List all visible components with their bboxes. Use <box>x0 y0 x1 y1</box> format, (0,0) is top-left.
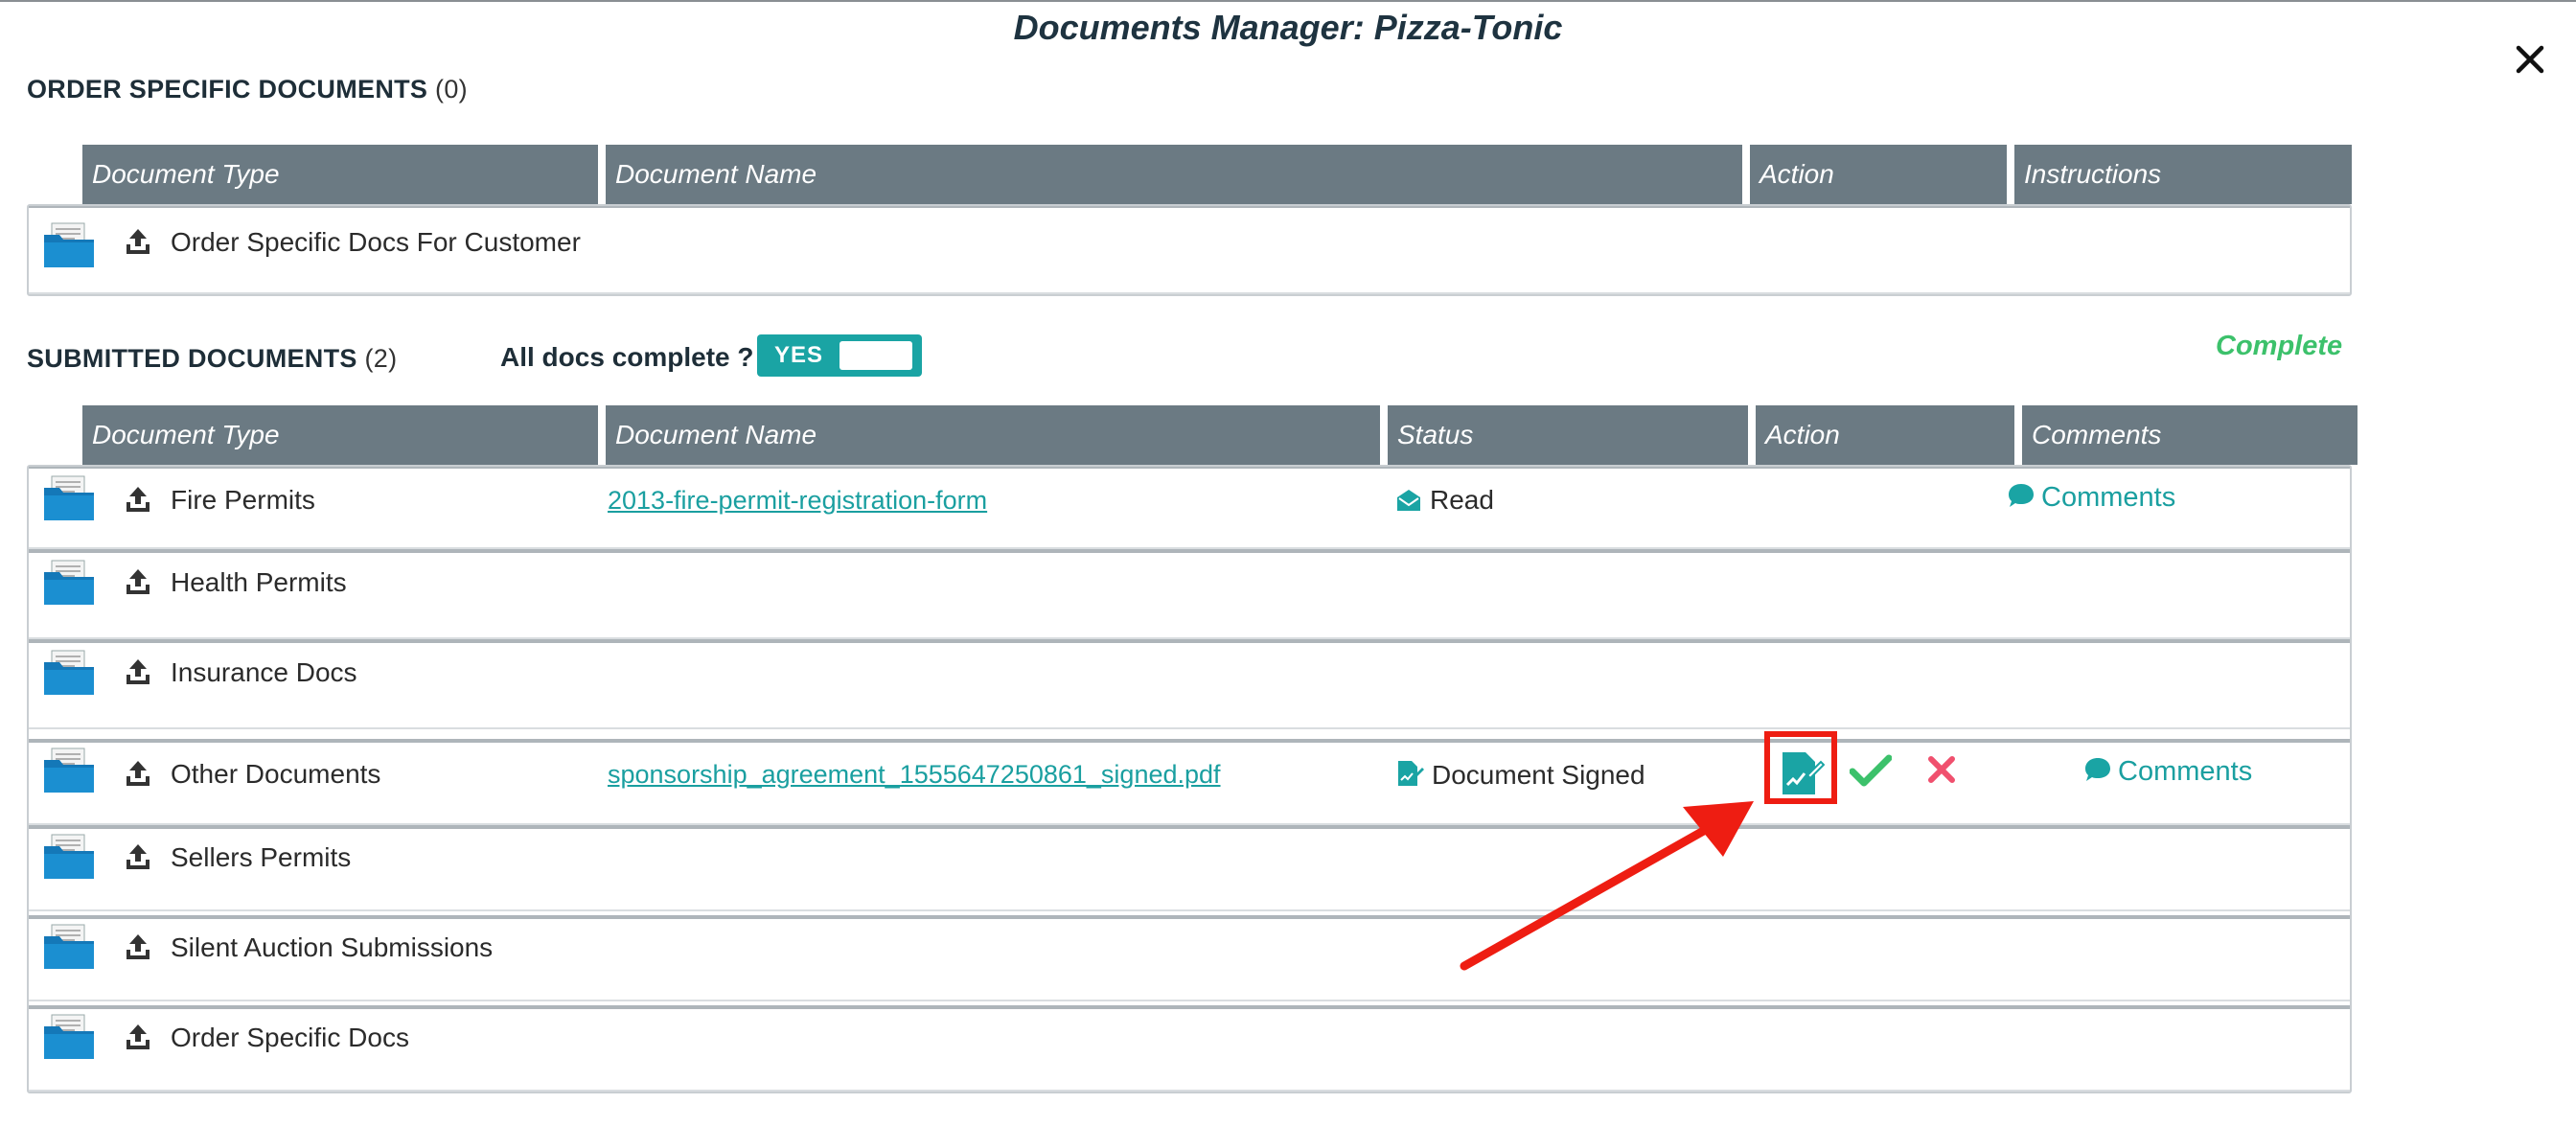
table-row: Fire Permits 2013-fire-permit-registrati… <box>29 467 2350 549</box>
reject-x-icon[interactable] <box>1926 754 1957 785</box>
submitted-section-title-text: SUBMITTED DOCUMENTS <box>27 344 357 373</box>
order-table-body: Order Specific Docs For Customer <box>27 204 2352 296</box>
window-top-border <box>0 0 2576 2</box>
col-header-status[interactable]: Status <box>1388 405 1748 465</box>
document-type-label: Health Permits <box>171 567 347 597</box>
all-docs-complete-toggle[interactable]: YES <box>757 334 922 377</box>
document-type-label: Order Specific Docs For Customer <box>171 227 581 257</box>
comments-text: Comments <box>2118 756 2253 787</box>
upload-icon[interactable] <box>125 842 151 871</box>
table-row: Silent Auction Submissions <box>29 915 2350 1001</box>
col-header-comments[interactable]: Comments <box>2022 405 2358 465</box>
document-status: Read <box>1395 485 1494 516</box>
document-type-label: Fire Permits <box>171 485 315 515</box>
toggle-knob[interactable] <box>840 341 912 370</box>
document-name-link[interactable]: 2013-fire-permit-registration-form <box>608 486 987 516</box>
col-header-document-type[interactable]: Document Type <box>82 405 598 465</box>
upload-icon[interactable] <box>125 657 151 686</box>
folder-icon[interactable] <box>42 474 96 522</box>
annotation-arrow <box>1460 801 1754 971</box>
folder-icon[interactable] <box>42 221 96 269</box>
folder-icon[interactable] <box>42 923 96 971</box>
document-type-label: Insurance Docs <box>171 657 357 687</box>
submitted-table-body: Fire Permits 2013-fire-permit-registrati… <box>27 465 2352 1093</box>
document-type-label: Sellers Permits <box>171 842 352 872</box>
document-name-link[interactable]: sponsorship_agreement_1555647250861_sign… <box>608 760 1221 790</box>
approve-check-icon[interactable] <box>1850 754 1892 789</box>
close-icon[interactable] <box>2503 33 2557 86</box>
order-table-header: Document Type Document Name Action Instr… <box>82 145 2352 204</box>
table-row: Other Documents sponsorship_agreement_15… <box>29 739 2350 825</box>
comment-bubble-icon <box>2085 758 2110 781</box>
order-section-title: ORDER SPECIFIC DOCUMENTS (0) <box>27 75 468 104</box>
folder-icon[interactable] <box>42 747 96 794</box>
folder-icon[interactable] <box>42 649 96 697</box>
table-row: Insurance Docs <box>29 639 2350 729</box>
table-row: Order Specific Docs <box>29 1005 2350 1092</box>
document-type-label: Silent Auction Submissions <box>171 932 494 962</box>
comments-link[interactable]: Comments <box>2007 482 2175 514</box>
toggle-label: YES <box>774 342 824 368</box>
all-docs-complete-label: All docs complete ? <box>500 342 754 372</box>
col-header-document-name[interactable]: Document Name <box>606 145 1742 204</box>
upload-icon[interactable] <box>125 567 151 596</box>
order-section-count: (0) <box>435 75 468 104</box>
submitted-section-title: SUBMITTED DOCUMENTS (2) <box>27 344 397 374</box>
col-header-action[interactable]: Action <box>1750 145 2007 204</box>
col-header-instructions[interactable]: Instructions <box>2014 145 2352 204</box>
submitted-section-count: (2) <box>364 344 398 373</box>
order-section-title-text: ORDER SPECIFIC DOCUMENTS <box>27 75 428 104</box>
document-type-label: Other Documents <box>171 759 381 789</box>
table-row: Order Specific Docs For Customer <box>29 206 2350 294</box>
complete-status-label: Complete <box>2216 331 2343 361</box>
col-header-action[interactable]: Action <box>1756 405 2014 465</box>
submitted-table-header: Document Type Document Name Status Actio… <box>82 405 2358 465</box>
upload-icon[interactable] <box>125 932 151 961</box>
table-row: Sellers Permits <box>29 825 2350 911</box>
document-type-label: Order Specific Docs <box>171 1023 409 1052</box>
upload-icon[interactable] <box>125 227 151 256</box>
comments-text: Comments <box>2041 482 2176 513</box>
modal-title: Documents Manager: Pizza-Tonic <box>1013 8 1563 47</box>
table-row: Health Permits <box>29 549 2350 639</box>
folder-icon[interactable] <box>42 833 96 881</box>
comments-link[interactable]: Comments <box>2083 756 2252 788</box>
upload-icon[interactable] <box>125 759 151 788</box>
col-header-document-name[interactable]: Document Name <box>606 405 1380 465</box>
upload-icon[interactable] <box>125 485 151 514</box>
col-header-document-type[interactable]: Document Type <box>82 145 598 204</box>
folder-icon[interactable] <box>42 1013 96 1061</box>
comment-bubble-icon <box>2009 484 2034 507</box>
upload-icon[interactable] <box>125 1023 151 1051</box>
folder-icon[interactable] <box>42 559 96 607</box>
envelope-open-icon <box>1397 490 1420 511</box>
document-status-text: Read <box>1430 485 1494 515</box>
signed-document-icon <box>1398 761 1424 786</box>
